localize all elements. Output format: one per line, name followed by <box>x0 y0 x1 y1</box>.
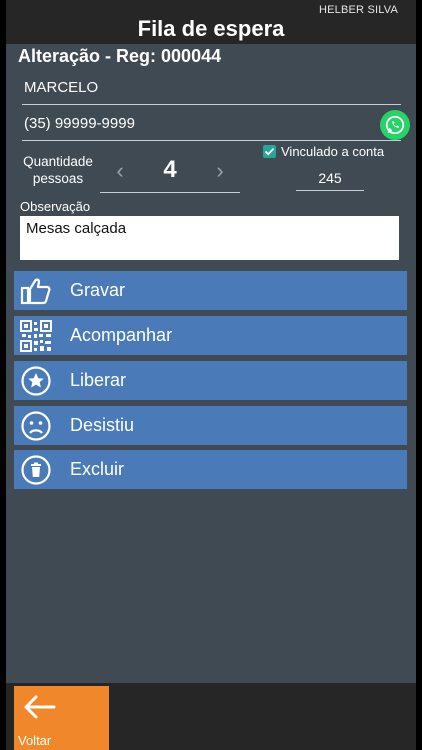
sad-face-icon <box>18 409 54 443</box>
gave-up-button-label: Desistiu <box>70 415 135 435</box>
delete-button-label: Excluir <box>70 459 125 479</box>
arrow-left-icon <box>22 694 56 725</box>
track-button[interactable]: Acompanhar <box>14 316 407 355</box>
chevron-right-icon[interactable]: › <box>210 158 230 184</box>
trash-icon <box>18 453 54 487</box>
screen: HELBER SILVA Fila de espera Alteração - … <box>6 0 416 750</box>
record-heading: Alteração - Reg: 000044 <box>18 46 222 66</box>
phone-field[interactable]: (35) 99999-9999 <box>22 106 367 141</box>
star-circle-icon <box>18 364 54 398</box>
observation-input[interactable]: Mesas calçada <box>20 216 399 260</box>
top-bar: HELBER SILVA Fila de espera <box>6 0 416 44</box>
delete-button[interactable]: Excluir <box>14 450 407 489</box>
qr-code-icon <box>18 319 54 353</box>
account-number-field[interactable]: 245 <box>296 166 364 191</box>
gave-up-button[interactable]: Desistiu <box>14 406 407 445</box>
observation-label: Observação <box>20 199 91 214</box>
quantity-value: 4 <box>163 156 177 183</box>
page-title: Fila de espera <box>137 16 285 41</box>
name-value: MARCELO <box>24 79 99 96</box>
back-button-label: Voltar <box>18 733 52 748</box>
linked-checkbox[interactable] <box>263 145 276 158</box>
release-button-label: Liberar <box>70 370 127 390</box>
back-button[interactable]: Voltar <box>14 686 109 750</box>
release-button[interactable]: Liberar <box>14 361 407 400</box>
quantity-stepper: ‹ 4 › <box>100 152 240 193</box>
chevron-left-icon[interactable]: ‹ <box>110 158 130 184</box>
linked-label: Vinculado a conta <box>281 144 385 159</box>
user-name: HELBER SILVA <box>318 4 398 16</box>
phone-value: (35) 99999-9999 <box>24 115 135 132</box>
whatsapp-icon[interactable] <box>380 110 410 140</box>
track-button-label: Acompanhar <box>70 325 173 345</box>
thumbs-up-icon <box>18 274 54 308</box>
quantity-label: Quantidade pessoas <box>23 154 93 186</box>
name-field[interactable]: MARCELO <box>22 70 401 105</box>
save-button-label: Gravar <box>70 280 126 300</box>
save-button[interactable]: Gravar <box>14 271 407 310</box>
